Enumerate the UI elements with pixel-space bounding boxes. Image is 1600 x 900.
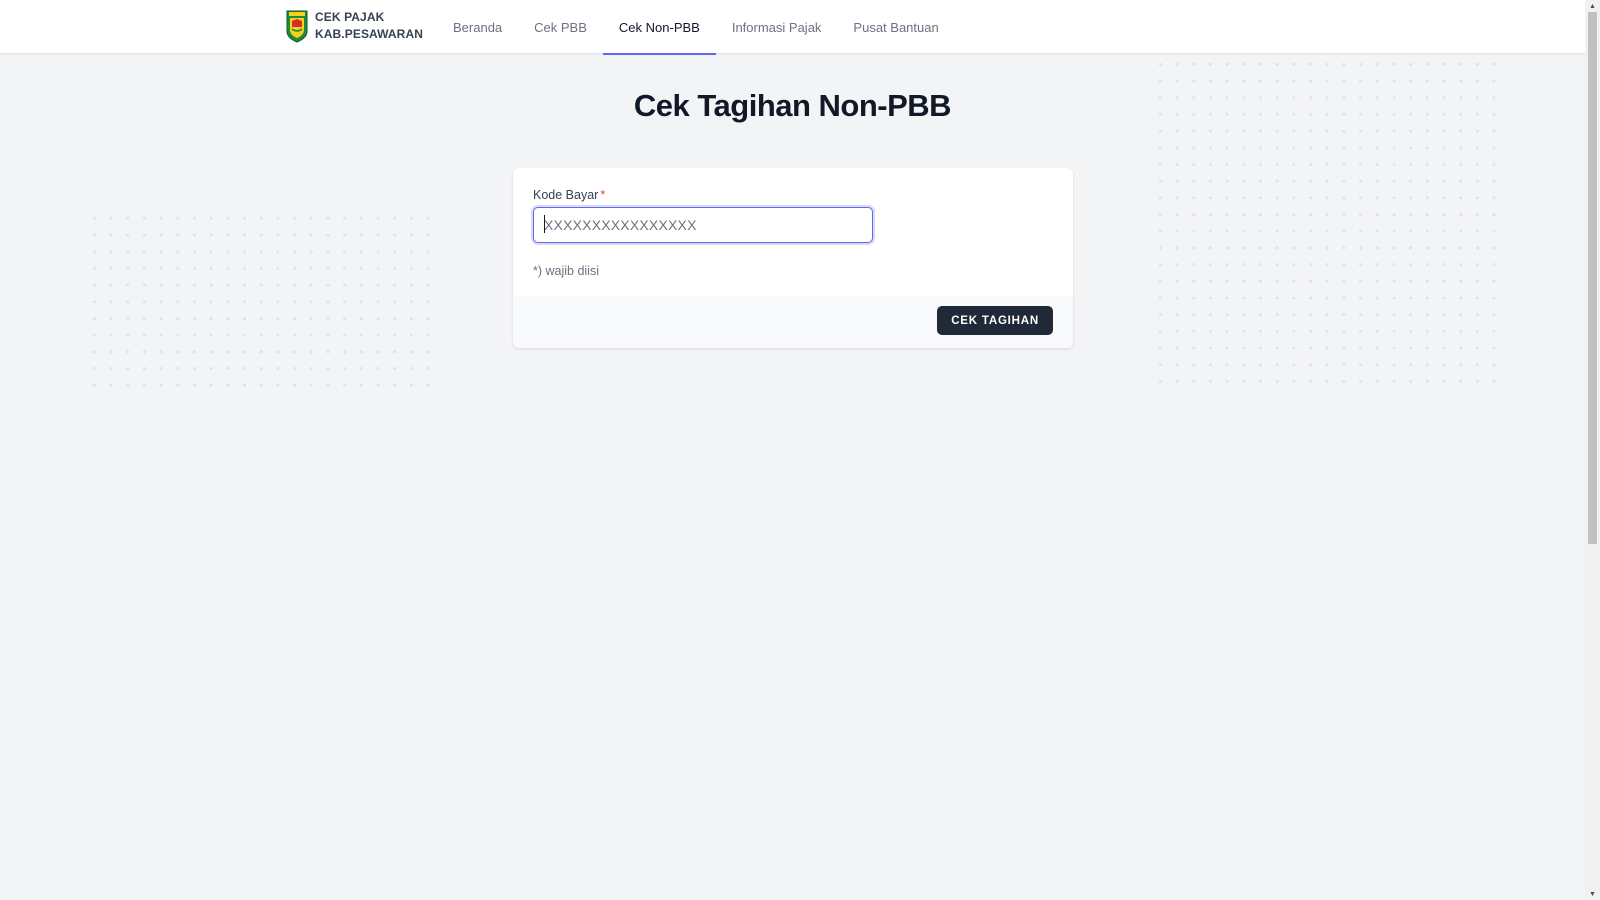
nav-item-cek-non-pbb[interactable]: Cek Non-PBB (602, 0, 716, 55)
kode-bayar-label-text: Kode Bayar (533, 188, 599, 202)
nav-item-cek-pbb[interactable]: Cek PBB (518, 0, 603, 54)
brand-line-2: KAB.PESAWARAN (315, 27, 423, 41)
page-viewport: CEK PAJAK KAB.PESAWARAN Beranda Cek PBB … (0, 0, 1585, 900)
cek-tagihan-button[interactable]: CEK TAGIHAN (937, 306, 1053, 335)
kode-bayar-input[interactable] (533, 207, 873, 243)
text-caret (544, 215, 545, 233)
top-navbar: CEK PAJAK KAB.PESAWARAN Beranda Cek PBB … (0, 0, 1585, 55)
scrollbar-thumb[interactable] (1588, 12, 1597, 544)
page-title: Cek Tagihan Non-PBB (633, 88, 952, 123)
nav-item-informasi-pajak[interactable]: Informasi Pajak (716, 0, 838, 54)
brand-line-1: CEK PAJAK (315, 10, 385, 24)
scroll-up-arrow-icon[interactable]: ▲ (1585, 0, 1600, 12)
form-body: Kode Bayar* *) wajib diisi (513, 168, 1073, 296)
brand-home-link[interactable]: CEK PAJAK KAB.PESAWARAN (285, 9, 423, 43)
dot-pattern-left (86, 210, 431, 390)
main-nav: Beranda Cek PBB Cek Non-PBB Informasi Pa… (437, 0, 955, 55)
required-hint: *) wajib diisi (533, 264, 599, 278)
required-asterisk: * (600, 188, 606, 202)
scroll-down-arrow-icon[interactable]: ▼ (1585, 888, 1600, 900)
regency-crest-icon (286, 10, 308, 43)
vertical-scrollbar[interactable]: ▲ ▼ (1585, 0, 1600, 900)
brand-name: CEK PAJAK KAB.PESAWARAN (315, 9, 423, 43)
kode-bayar-label: Kode Bayar * (533, 188, 605, 202)
nav-item-beranda[interactable]: Beranda (437, 0, 518, 54)
nav-item-pusat-bantuan[interactable]: Pusat Bantuan (837, 0, 954, 54)
kode-bayar-form: Kode Bayar* *) wajib diisi CEK TAGIHAN (513, 168, 1073, 348)
form-footer: CEK TAGIHAN (513, 296, 1073, 348)
